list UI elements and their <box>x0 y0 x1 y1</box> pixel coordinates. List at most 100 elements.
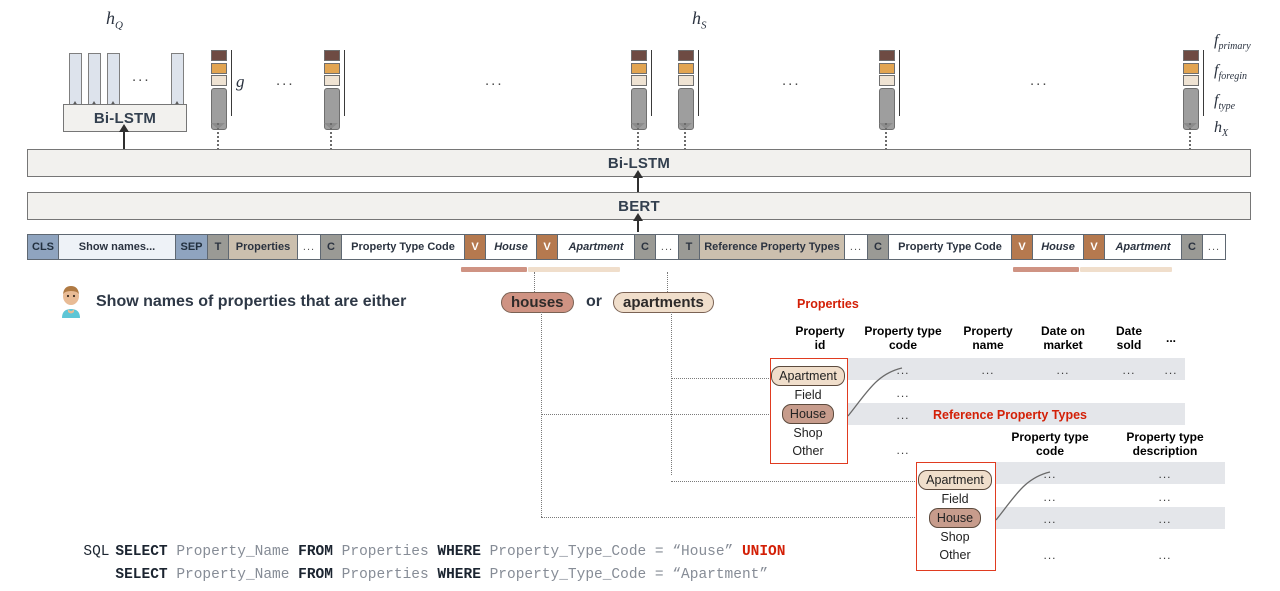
question-vector-last <box>171 53 184 105</box>
token-column-marker-2[interactable]: C <box>634 234 656 260</box>
token-table-properties[interactable]: Properties <box>228 234 298 260</box>
column-header-ref-property-type-code: Property type code <box>1011 430 1089 458</box>
f-primary-swatch <box>631 50 647 61</box>
column-header-properties-ellipsis: ... <box>1165 331 1176 345</box>
token-value-marker-2[interactable]: V <box>536 234 558 260</box>
column-header-property-id: Property id <box>795 324 845 352</box>
g-brace-6 <box>1203 50 1204 116</box>
dotted-link-stack-4 <box>684 123 686 150</box>
f-foreign-swatch <box>678 62 694 74</box>
arrow-tokens-to-bert <box>633 213 643 232</box>
arrow-bert-to-bilstm-wide <box>633 170 643 193</box>
f-type-swatch <box>879 75 895 86</box>
value-other[interactable]: Other <box>939 548 970 562</box>
g-brace-1 <box>231 50 232 116</box>
question-pill-houses[interactable]: houses <box>501 292 574 313</box>
link-curve-properties <box>847 367 903 417</box>
value-pill-house[interactable]: House <box>928 508 982 528</box>
route-houses-horizontal-lower <box>541 517 931 518</box>
label-g: g <box>236 72 245 91</box>
highlight-bar-house-2 <box>1013 267 1079 272</box>
token-value-marker-3[interactable]: V <box>1011 234 1033 260</box>
token-value-apartment-2[interactable]: Apartment <box>1104 234 1182 260</box>
question-pill-apartments[interactable]: apartments <box>613 292 714 313</box>
sql-identifier-property-name-2: Property_Name <box>176 567 299 583</box>
bert-label: BERT <box>618 197 660 215</box>
f-type-swatch <box>324 75 340 86</box>
stack-ellipsis-1: ... <box>276 72 295 89</box>
dotted-link-stack-1 <box>217 123 219 150</box>
value-field[interactable]: Field <box>794 388 821 402</box>
question-vector-3 <box>107 53 120 105</box>
token-value-marker-1[interactable]: V <box>464 234 486 260</box>
dotted-link-stack-6 <box>1189 123 1191 150</box>
token-table-marker-2[interactable]: T <box>678 234 700 260</box>
arrow-bert-to-bilstm-question <box>119 124 129 149</box>
value-shop[interactable]: Shop <box>793 426 822 440</box>
table-title-properties: Properties <box>797 297 859 311</box>
f-primary-swatch <box>678 50 694 61</box>
schema-vector-stack-3 <box>631 50 647 130</box>
properties-cell: ... <box>981 363 995 377</box>
dotted-link-stack-5 <box>885 123 887 150</box>
label-h-q: hQ <box>106 8 123 32</box>
route-houses-horizontal <box>541 414 781 415</box>
token-cls[interactable]: CLS <box>27 234 59 260</box>
f-type-swatch <box>1183 75 1199 86</box>
token-table-reference-property-types[interactable]: Reference Property Types <box>699 234 845 260</box>
highlight-bar-apartment-2 <box>1080 267 1172 272</box>
table-title-reference-property-types: Reference Property Types <box>933 408 1087 422</box>
value-pill-house[interactable]: House <box>781 404 835 424</box>
token-question[interactable]: Show names... <box>58 234 176 260</box>
f-primary-swatch <box>1183 50 1199 61</box>
token-value-marker-4[interactable]: V <box>1083 234 1105 260</box>
token-column-property-type-code-2[interactable]: Property Type Code <box>888 234 1012 260</box>
token-column-property-type-code-1[interactable]: Property Type Code <box>341 234 465 260</box>
token-value-house-1[interactable]: House <box>485 234 537 260</box>
stack-ellipsis-3: ... <box>782 72 801 89</box>
question-vector-1 <box>69 53 82 105</box>
question-text-part1: Show names of properties that are either <box>96 293 407 310</box>
token-column-marker-4[interactable]: C <box>1181 234 1203 260</box>
g-brace-5 <box>899 50 900 116</box>
dotted-link-stack-3 <box>637 123 639 150</box>
token-sep[interactable]: SEP <box>175 234 208 260</box>
token-table-marker-1[interactable]: T <box>207 234 229 260</box>
label-f-primary: fprimary <box>1214 32 1251 53</box>
token-column-marker-3[interactable]: C <box>867 234 889 260</box>
sql-line-2: SELECT Property_Name FROM Properties WHE… <box>98 551 768 583</box>
sql-predicate-apartment: Property_Type_Code = “Apartment” <box>489 567 769 583</box>
schema-vector-stack-1 <box>211 50 227 130</box>
schema-vector-stack-4 <box>678 50 694 130</box>
value-pill-apartment[interactable]: Apartment <box>771 366 845 386</box>
f-foreign-swatch <box>1183 62 1199 74</box>
question-vector-2 <box>88 53 101 105</box>
stem-apartment-token <box>667 272 668 292</box>
sql-keyword-select-2: SELECT <box>115 567 177 583</box>
token-value-house-2[interactable]: House <box>1032 234 1084 260</box>
value-shop[interactable]: Shop <box>940 530 969 544</box>
token-value-apartment-1[interactable]: Apartment <box>557 234 635 260</box>
value-other[interactable]: Other <box>792 444 823 458</box>
route-apartments-horizontal-lower <box>671 481 931 482</box>
ref-cell: ... <box>1043 548 1057 562</box>
f-primary-swatch <box>324 50 340 61</box>
ref-cell: ... <box>1158 490 1172 504</box>
g-brace-3 <box>651 50 652 116</box>
value-pill-apartment[interactable]: Apartment <box>918 470 992 490</box>
bilstm-wide-label: Bi-LSTM <box>607 154 671 172</box>
stem-house-token <box>534 272 535 292</box>
question-vector-ellipsis: ... <box>132 68 151 85</box>
schema-vector-stack-2 <box>324 50 340 130</box>
value-field[interactable]: Field <box>941 492 968 506</box>
sql-keyword-where-2: WHERE <box>437 567 490 583</box>
ref-cell: ... <box>1158 467 1172 481</box>
question-text-joiner: or <box>586 293 602 310</box>
token-column-marker-1[interactable]: C <box>320 234 342 260</box>
f-type-swatch <box>631 75 647 86</box>
label-f-type: ftype <box>1214 92 1236 113</box>
ref-cell: ... <box>1158 548 1172 562</box>
f-foreign-swatch <box>879 62 895 74</box>
column-header-date-sold: Date sold <box>1115 324 1142 352</box>
stack-ellipsis-2: ... <box>485 72 504 89</box>
